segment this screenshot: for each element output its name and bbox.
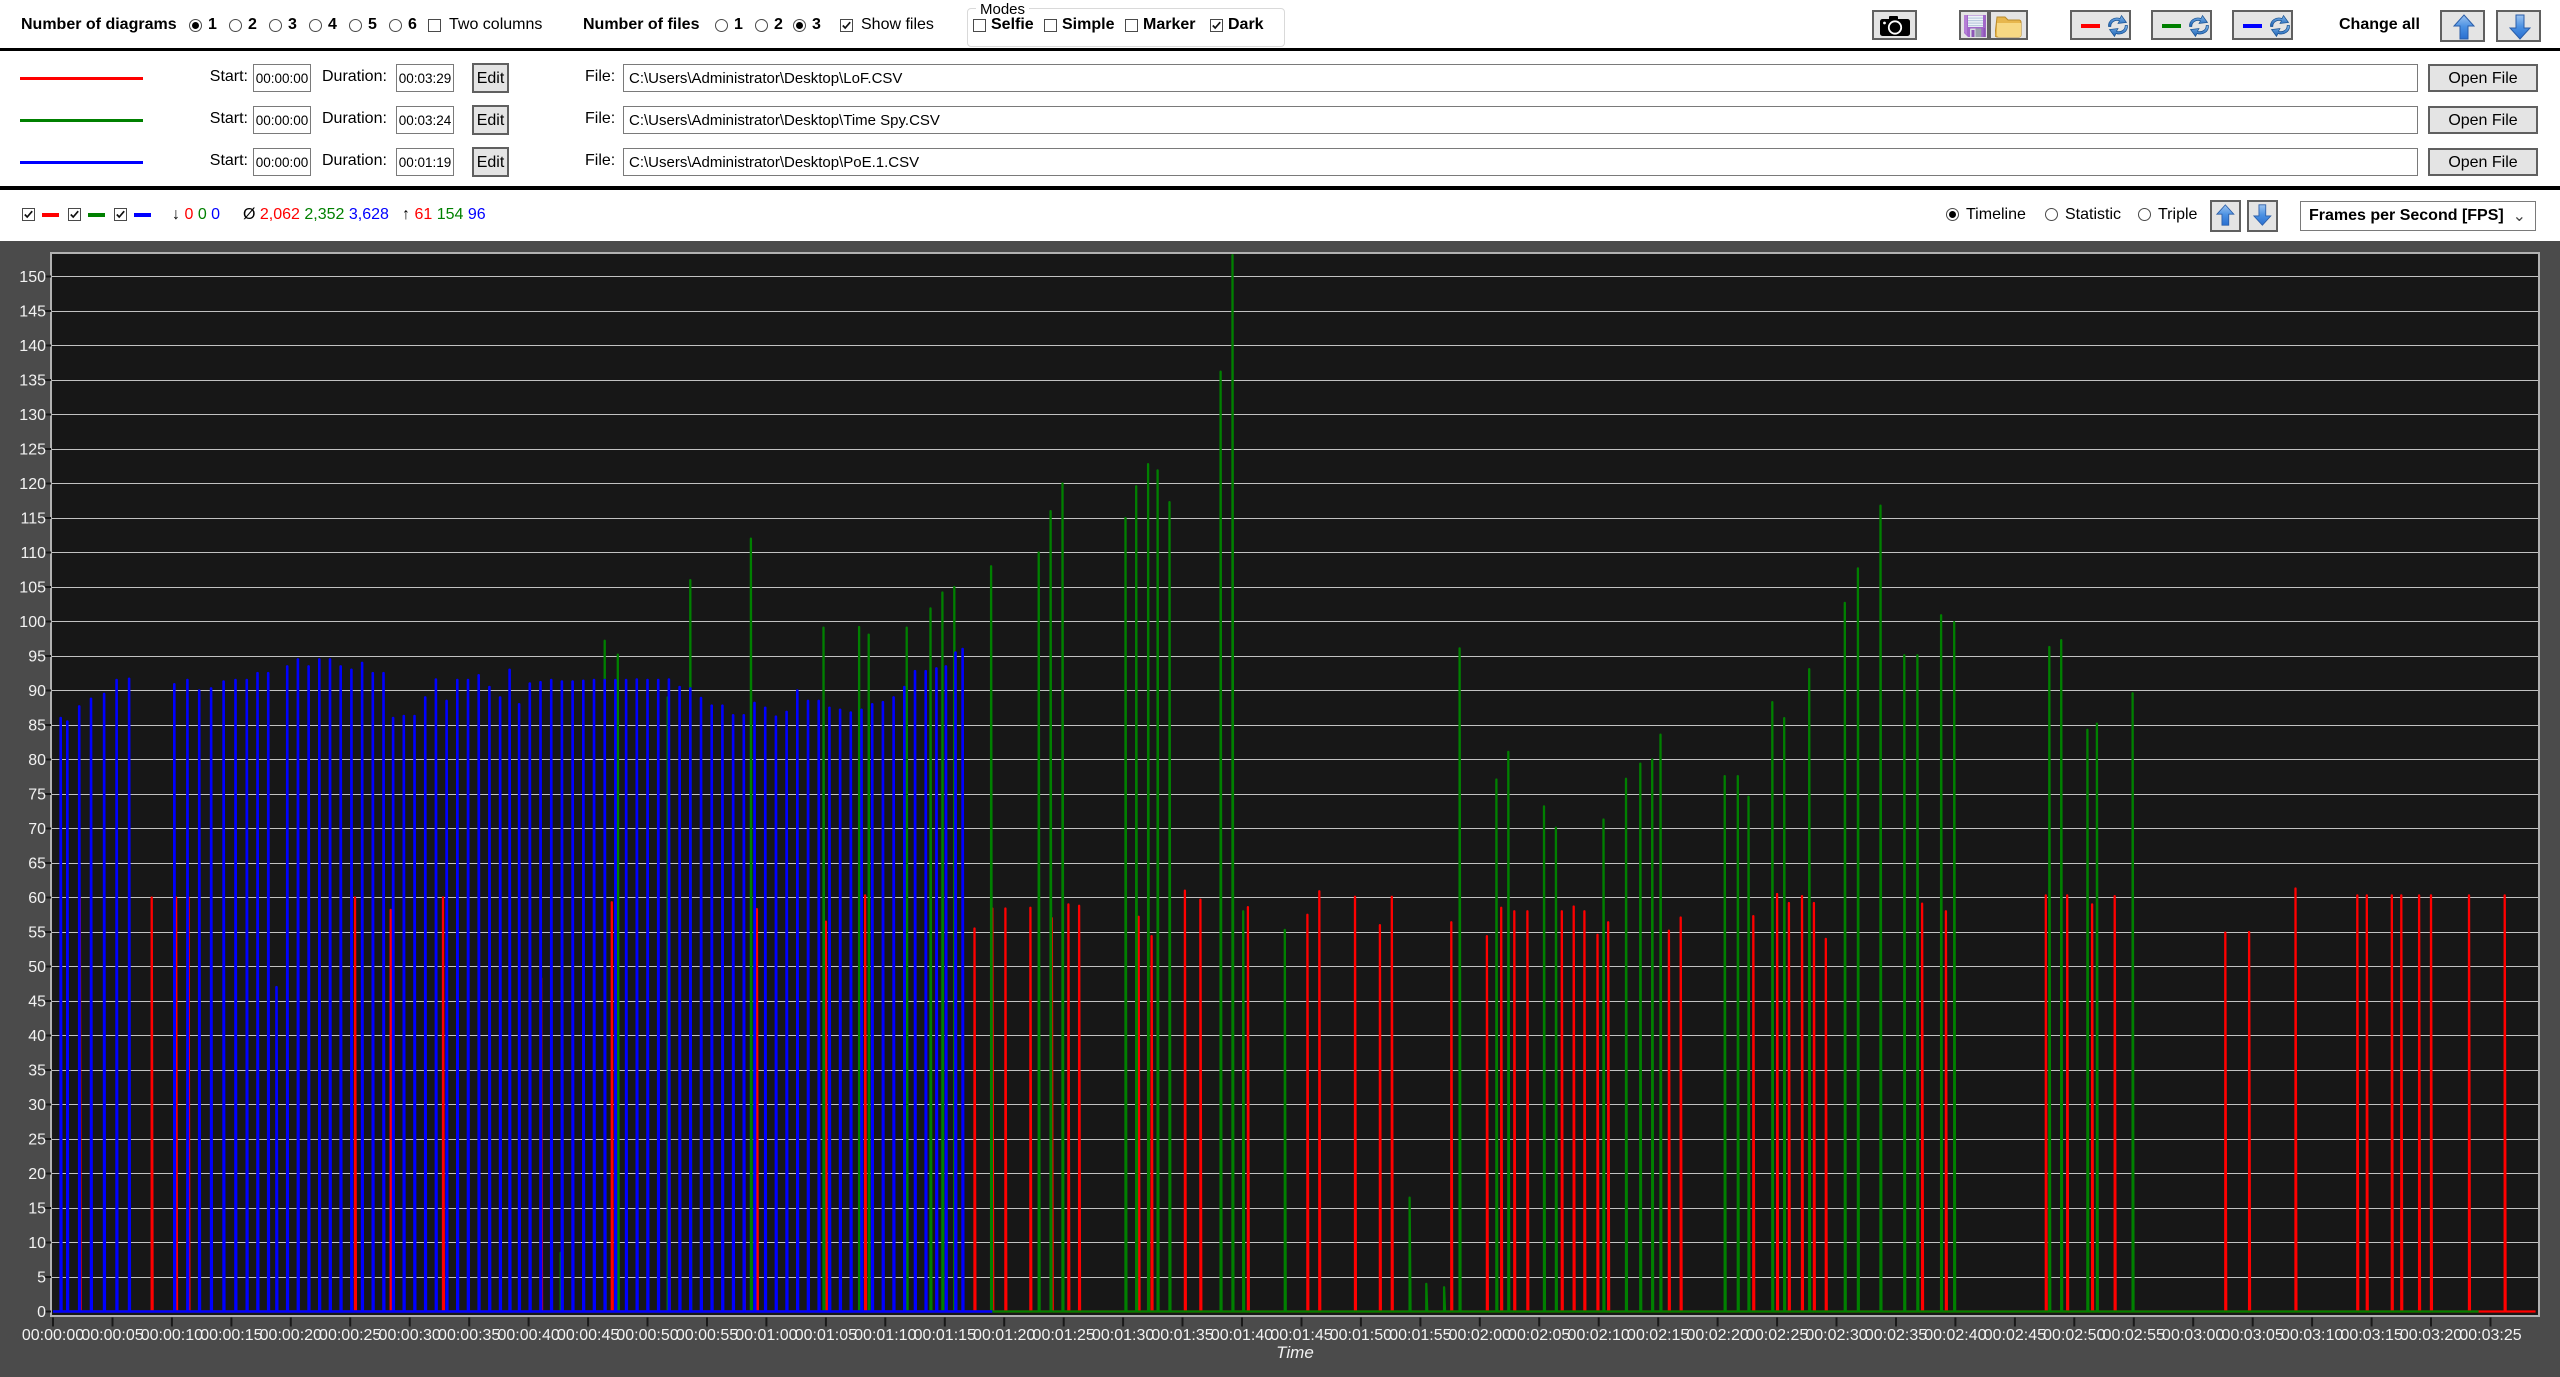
svg-text:00:01:15: 00:01:15 [914, 1327, 976, 1344]
svg-text:00:02:55: 00:02:55 [2103, 1327, 2165, 1344]
svg-text:00:00:50: 00:00:50 [616, 1327, 678, 1344]
svg-text:140: 140 [19, 338, 46, 355]
svg-text:35: 35 [28, 1063, 46, 1080]
svg-text:15: 15 [28, 1201, 46, 1218]
svg-text:00:03:10: 00:03:10 [2281, 1327, 2343, 1344]
svg-text:5: 5 [37, 1270, 46, 1287]
svg-text:00:03:20: 00:03:20 [2400, 1327, 2462, 1344]
svg-text:00:02:30: 00:02:30 [1805, 1327, 1867, 1344]
svg-text:50: 50 [28, 959, 46, 976]
svg-text:80: 80 [28, 752, 46, 769]
svg-text:00:01:50: 00:01:50 [1330, 1327, 1392, 1344]
svg-text:90: 90 [28, 683, 46, 700]
svg-text:Time: Time [1276, 1343, 1314, 1362]
svg-text:100: 100 [19, 614, 46, 631]
svg-text:60: 60 [28, 890, 46, 907]
svg-text:00:00:05: 00:00:05 [81, 1327, 143, 1344]
svg-text:00:01:55: 00:01:55 [1389, 1327, 1451, 1344]
svg-text:00:03:00: 00:03:00 [2162, 1327, 2224, 1344]
svg-text:115: 115 [20, 511, 46, 528]
svg-text:00:00:40: 00:00:40 [497, 1327, 559, 1344]
svg-text:00:00:30: 00:00:30 [379, 1327, 441, 1344]
svg-text:65: 65 [28, 856, 46, 873]
svg-text:00:01:45: 00:01:45 [1270, 1327, 1332, 1344]
svg-text:00:01:05: 00:01:05 [795, 1327, 857, 1344]
svg-text:00:02:40: 00:02:40 [1924, 1327, 1986, 1344]
svg-text:00:02:00: 00:02:00 [1449, 1327, 1511, 1344]
svg-text:00:01:40: 00:01:40 [1211, 1327, 1273, 1344]
svg-text:25: 25 [28, 1132, 46, 1149]
svg-text:70: 70 [28, 821, 46, 838]
svg-text:00:00:10: 00:00:10 [141, 1327, 203, 1344]
svg-text:00:00:15: 00:00:15 [200, 1327, 262, 1344]
svg-text:00:01:20: 00:01:20 [973, 1327, 1035, 1344]
svg-text:00:01:30: 00:01:30 [1092, 1327, 1154, 1344]
svg-text:40: 40 [28, 1028, 46, 1045]
svg-text:0: 0 [37, 1304, 46, 1321]
svg-text:00:03:15: 00:03:15 [2340, 1327, 2402, 1344]
svg-text:30: 30 [28, 1097, 46, 1114]
svg-text:00:01:10: 00:01:10 [854, 1327, 916, 1344]
svg-text:00:02:25: 00:02:25 [1746, 1327, 1808, 1344]
svg-text:00:00:25: 00:00:25 [319, 1327, 381, 1344]
svg-text:00:00:00: 00:00:00 [22, 1327, 84, 1344]
svg-text:145: 145 [19, 304, 46, 321]
svg-text:00:00:55: 00:00:55 [676, 1327, 738, 1344]
svg-text:00:01:25: 00:01:25 [1033, 1327, 1095, 1344]
svg-text:00:02:05: 00:02:05 [1508, 1327, 1570, 1344]
svg-text:00:00:35: 00:00:35 [438, 1327, 500, 1344]
svg-text:00:02:45: 00:02:45 [1984, 1327, 2046, 1344]
svg-text:00:03:25: 00:03:25 [2459, 1327, 2521, 1344]
svg-text:00:01:35: 00:01:35 [1151, 1327, 1213, 1344]
svg-text:135: 135 [19, 373, 46, 390]
svg-text:150: 150 [19, 269, 46, 286]
svg-text:120: 120 [19, 476, 46, 493]
svg-text:00:02:20: 00:02:20 [1686, 1327, 1748, 1344]
svg-text:00:03:05: 00:03:05 [2222, 1327, 2284, 1344]
svg-text:125: 125 [19, 442, 46, 459]
svg-text:85: 85 [28, 718, 46, 735]
svg-text:110: 110 [20, 545, 46, 562]
svg-text:130: 130 [19, 407, 46, 424]
svg-text:55: 55 [28, 925, 46, 942]
svg-text:00:02:50: 00:02:50 [2043, 1327, 2105, 1344]
svg-text:20: 20 [28, 1166, 46, 1183]
svg-text:00:02:35: 00:02:35 [1865, 1327, 1927, 1344]
svg-text:95: 95 [28, 649, 46, 666]
svg-text:00:01:00: 00:01:00 [735, 1327, 797, 1344]
svg-text:00:00:45: 00:00:45 [557, 1327, 619, 1344]
svg-text:10: 10 [28, 1235, 46, 1252]
svg-text:45: 45 [28, 994, 46, 1011]
svg-text:00:00:20: 00:00:20 [260, 1327, 322, 1344]
svg-text:105: 105 [19, 580, 46, 597]
svg-text:75: 75 [28, 787, 46, 804]
svg-text:00:02:10: 00:02:10 [1568, 1327, 1630, 1344]
svg-text:00:02:15: 00:02:15 [1627, 1327, 1689, 1344]
